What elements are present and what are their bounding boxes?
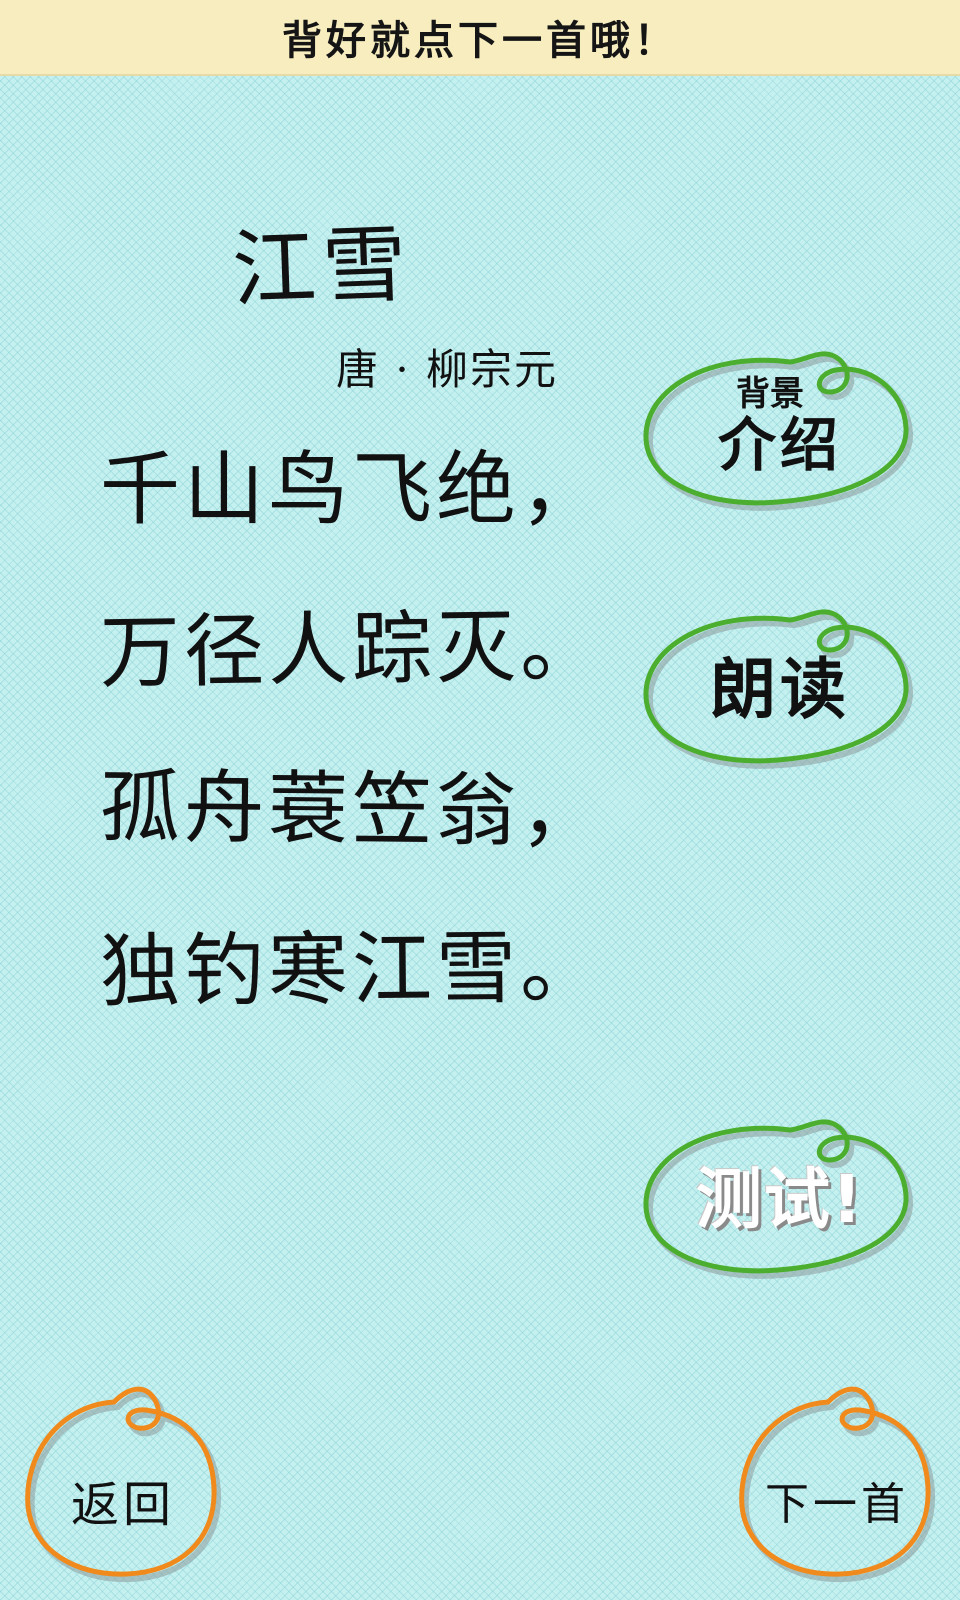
read-aloud-label: 朗读	[640, 594, 920, 774]
poem-line-4: 独钓寒江雪。	[99, 920, 605, 1019]
back-label: 返回	[18, 1380, 228, 1580]
test-label: 测试!	[640, 1104, 920, 1284]
back-text: 返回	[70, 1477, 175, 1533]
test-text: 测试!	[695, 1161, 865, 1238]
back-button[interactable]: 返回	[18, 1380, 228, 1583]
poem-line-1: 千山鸟飞绝，	[100, 443, 604, 536]
read-aloud-text: 朗读	[710, 651, 850, 728]
next-poem-button[interactable]: 下一首	[732, 1380, 942, 1583]
background-intro-big-text: 介绍	[717, 411, 842, 479]
next-poem-text: 下一首	[765, 1479, 909, 1530]
read-aloud-button[interactable]: 朗读	[640, 594, 920, 774]
banner-text: 背好就点下一首哦！	[282, 18, 678, 64]
poem-title: 江雪	[230, 214, 414, 320]
poem-line-2: 万径人踪灭。	[99, 599, 605, 700]
poem-line-3: 孤舟蓑笠翁，	[99, 760, 605, 859]
background-intro-label: 背景 介绍	[640, 336, 920, 516]
next-poem-label: 下一首	[732, 1380, 942, 1580]
test-button[interactable]: 测试!	[640, 1104, 920, 1284]
top-banner: 背好就点下一首哦！	[0, 0, 960, 76]
poem-author: 唐 · 柳宗元	[336, 345, 559, 394]
background-intro-small-text: 背景	[736, 374, 804, 414]
background-intro-button[interactable]: 背景 介绍	[640, 336, 920, 516]
poem-lines: 千山鸟飞绝， 万径人踪灭。 孤舟蓑笠翁， 独钓寒江雪。	[99, 443, 605, 1090]
